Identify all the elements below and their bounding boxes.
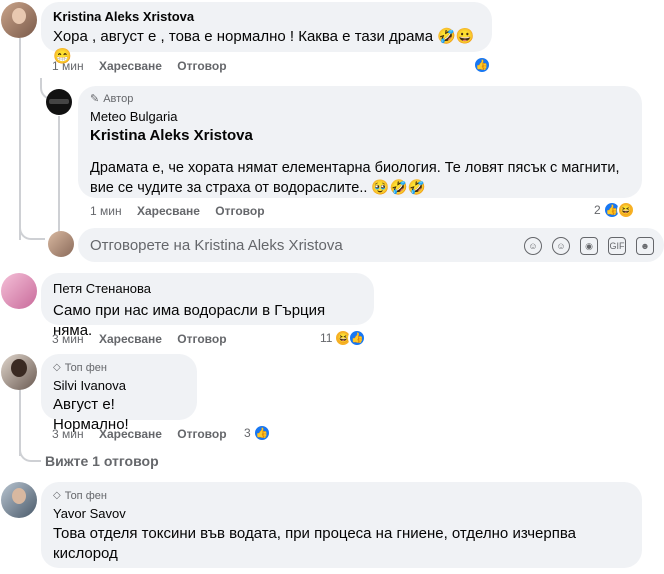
comment-author[interactable]: Kristina Aleks Xristova	[53, 9, 480, 25]
mention-link[interactable]: Kristina Aleks Xristova	[90, 126, 630, 146]
like-button[interactable]: Харесване	[99, 332, 162, 346]
reaction-summary[interactable]: 3 👍	[244, 424, 271, 442]
top-fan-badge: ◇ Топ фен	[53, 361, 185, 375]
user-avatar[interactable]	[48, 231, 74, 257]
author-badge-label: Автор	[103, 93, 134, 105]
avatar[interactable]	[1, 2, 37, 38]
reaction-count: 11	[320, 331, 333, 345]
comment-bubble: Kristina Aleks Xristova Хора , август е …	[41, 2, 492, 65]
like-button[interactable]: Харесване	[137, 204, 200, 218]
view-replies-link[interactable]: Вижте 1 отговор	[45, 453, 159, 469]
reaction-summary[interactable]: 11 😆 👍	[320, 329, 367, 347]
avatar[interactable]	[1, 354, 37, 390]
comment-text-line-2: кислород	[53, 545, 118, 562]
diamond-icon: ◇	[53, 362, 61, 373]
diamond-icon: ◇	[53, 490, 61, 501]
like-reaction-icon: 👍	[348, 329, 367, 347]
reply-text: Драмата е, че хората нямат елементарна б…	[90, 160, 620, 196]
comment-actions: 1 мин Харесване Отговор	[52, 58, 239, 74]
comment-time[interactable]: 3 мин	[52, 427, 84, 441]
avatar[interactable]	[1, 482, 37, 518]
reply-actions: 1 мин Харесване Отговор	[90, 203, 277, 219]
reply-button[interactable]: Отговор	[177, 427, 226, 441]
reply-button[interactable]: Отговор	[177, 59, 226, 73]
reply-button[interactable]: Отговор	[215, 204, 264, 218]
comment-actions: 3 мин Харесване Отговор	[52, 331, 239, 347]
comment-bubble: Петя Стенанова Само при нас има водорасл…	[41, 273, 374, 339]
pencil-icon: ✎	[90, 93, 100, 105]
avatar[interactable]	[46, 89, 72, 115]
like-button[interactable]: Харесване	[99, 427, 162, 441]
reply-input-placeholder: Отговорете на Kristina Aleks Xristova	[90, 236, 343, 254]
comment-time[interactable]: 3 мин	[52, 332, 84, 346]
reply-bubble: ✎ Автор Meteo Bulgaria Kristina Aleks Xr…	[78, 86, 642, 198]
comment-author[interactable]: Yavor Savov	[53, 506, 630, 522]
top-fan-label: Топ фен	[64, 362, 107, 374]
reaction-count: 2	[594, 203, 601, 217]
like-reaction-icon: 👍	[252, 424, 271, 442]
avatar-sticker-icon[interactable]: ☺	[524, 237, 542, 255]
reply-button[interactable]: Отговор	[177, 332, 226, 346]
comment-text-line-1: Това отделя токсини във водата, при проц…	[53, 525, 576, 542]
comment-actions: 3 мин Харесване Отговор	[52, 426, 239, 442]
reaction-summary[interactable]: 2 👍 😆	[594, 201, 635, 219]
emoji-icon[interactable]: ☺	[552, 237, 570, 255]
like-button[interactable]: Харесване	[99, 59, 162, 73]
reply-time[interactable]: 1 мин	[90, 204, 122, 218]
reply-input[interactable]: Отговорете на Kristina Aleks Xristova ☺ …	[78, 228, 664, 262]
thread-line	[19, 38, 21, 240]
author-badge: ✎ Автор	[90, 92, 630, 106]
comment-bubble: ◇ Топ фен Yavor Savov Това отделя токсин…	[41, 482, 642, 568]
comment-bubble: ◇ Топ фен Silvi Ivanova Август е!Нормалн…	[41, 354, 197, 433]
reaction-count: 3	[244, 426, 251, 440]
comment-author[interactable]: Петя Стенанова	[53, 281, 362, 297]
reaction-summary[interactable]: 👍	[473, 56, 491, 74]
reply-author[interactable]: Meteo Bulgaria	[90, 109, 630, 125]
sticker-icon[interactable]: ☻	[636, 237, 654, 255]
thread-curve	[19, 216, 45, 240]
comment-author[interactable]: Silvi Ivanova	[53, 378, 185, 394]
like-reaction-icon: 👍	[473, 56, 491, 74]
thread-curve-2	[19, 440, 41, 462]
avatar[interactable]	[1, 273, 37, 309]
comment-time[interactable]: 1 мин	[52, 59, 84, 73]
reply-line-2	[58, 116, 60, 236]
top-fan-label: Топ фен	[64, 490, 107, 502]
gif-icon[interactable]: GIF	[608, 237, 626, 255]
reply-input-tools: ☺ ☺ ◉ GIF ☻	[524, 237, 654, 255]
haha-reaction-icon: 😆	[616, 201, 635, 219]
camera-icon[interactable]: ◉	[580, 237, 598, 255]
top-fan-badge: ◇ Топ фен	[53, 489, 630, 503]
